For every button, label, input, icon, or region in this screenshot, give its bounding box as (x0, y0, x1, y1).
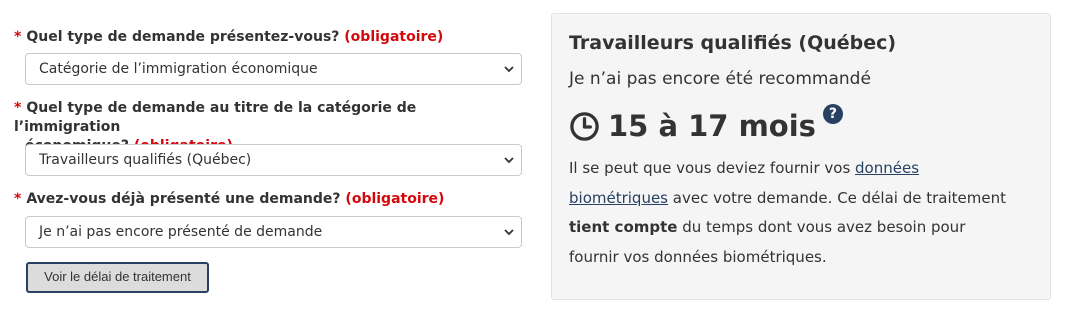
link-text-line2: biométriques (569, 188, 668, 207)
required-marker: * (14, 29, 22, 45)
processing-time-result-panel: Travailleurs qualifiés (Québec) Je n’ai … (551, 13, 1051, 300)
note-text: avec votre demande. Ce délai de traiteme… (668, 188, 1006, 207)
question-circle-icon[interactable]: ? (822, 104, 843, 124)
question-text-line1: Quel type de demande au titre de la caté… (14, 100, 417, 135)
result-title: Travailleurs qualifiés (Québec) (569, 32, 897, 54)
question-applied-before-label: * Avez-vous déjà présenté une demande? (o… (14, 190, 444, 209)
clock-icon (570, 111, 599, 141)
link-text-line1: données (855, 159, 920, 177)
required-text: (obligatoire) (345, 191, 445, 207)
required-marker: * (14, 100, 22, 116)
applied-before-select[interactable]: Je n’ai pas encore présenté de demande (25, 216, 522, 248)
select-value: Travailleurs qualifiés (Québec) (39, 152, 252, 168)
select-value: Je n’ai pas encore présenté de demande (39, 224, 323, 240)
chevron-down-icon (504, 66, 514, 73)
required-text: (obligatoire) (344, 29, 444, 45)
note-text: Il se peut que vous deviez fournir vos (569, 159, 856, 177)
view-processing-time-button[interactable]: Voir le délai de traitement (26, 262, 209, 293)
biometrics-note: Il se peut que vous deviez fournir vos d… (569, 154, 1019, 272)
processing-time-value: 15 à 17 mois (608, 109, 816, 143)
question-text: Avez-vous déjà présenté une demande? (26, 191, 341, 207)
chevron-down-icon (504, 229, 514, 236)
question-application-type-label: * Quel type de demande présentez-vous? (o… (14, 28, 443, 47)
processing-time-row: 15 à 17 mois ? (569, 104, 843, 146)
required-marker: * (14, 191, 22, 207)
select-value: Catégorie de l’immigration économique (39, 61, 318, 77)
application-type-select[interactable]: Catégorie de l’immigration économique (25, 53, 522, 85)
question-text: Quel type de demande présentez-vous? (26, 29, 340, 45)
note-bold-text: tient compte (569, 218, 678, 236)
economic-category-select[interactable]: Travailleurs qualifiés (Québec) (25, 144, 522, 176)
chevron-down-icon (504, 157, 514, 164)
result-status: Je n’ai pas encore été recommandé (569, 69, 871, 89)
